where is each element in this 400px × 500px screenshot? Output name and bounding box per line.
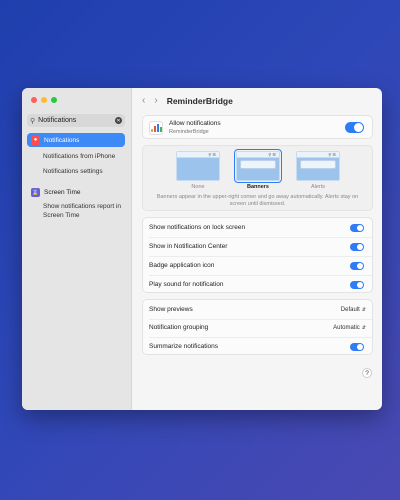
badge-icon-toggle[interactable] <box>350 261 364 270</box>
banner-preview <box>240 160 276 169</box>
row-label: Show in Notification Center <box>149 243 228 250</box>
row-play-sound: Play sound for notification <box>149 275 372 294</box>
row-label: Badge application icon <box>149 262 215 269</box>
summarize-toggle[interactable] <box>350 342 364 351</box>
row-show-previews: Show previews Default ⇵ <box>149 300 372 320</box>
allow-notifications-row: Allow notifications ReminderBridge <box>142 115 373 139</box>
row-grouping: Notification grouping Automatic ⇵ <box>149 318 372 338</box>
sidebar-item-notifications[interactable]: ● Notifications <box>27 133 125 147</box>
chevron-updown-icon: ⇵ <box>361 306 366 313</box>
sidebar-subitem-notifications-settings[interactable]: Notifications settings <box>43 167 103 176</box>
style-preview-alerts: ⚲ ☰ <box>296 151 340 181</box>
app-name-label: ReminderBridge <box>169 129 209 135</box>
notification-toggles-group: Show notifications on lock screen Show i… <box>142 217 373 293</box>
alert-style-picker: ⚲ ☰ None ⚲ ☰ Banners ⚲ ☰ Alerts Banners … <box>142 145 373 211</box>
search-field[interactable]: ⚲ Notifications ✕ <box>27 114 125 127</box>
bell-icon: ● <box>31 135 40 145</box>
hourglass-icon: ⌛ <box>31 187 40 197</box>
clear-search-icon[interactable]: ✕ <box>115 117 122 124</box>
sidebar-subitem-notifications-report[interactable]: Show notifications report in Screen Time <box>43 202 127 220</box>
row-label: Play sound for notification <box>149 281 224 288</box>
chevron-updown-icon: ⇵ <box>361 324 366 331</box>
style-option-alerts[interactable]: ⚲ ☰ Alerts <box>296 151 340 190</box>
help-button[interactable]: ? <box>362 368 372 378</box>
play-sound-toggle[interactable] <box>350 280 364 289</box>
row-label: Show notifications on lock screen <box>149 224 246 231</box>
grouping-select[interactable]: Automatic ⇵ <box>333 325 366 331</box>
minimize-button[interactable] <box>41 97 47 103</box>
style-option-none[interactable]: ⚲ ☰ None <box>176 151 220 190</box>
allow-notifications-toggle[interactable] <box>345 122 364 133</box>
row-notification-center: Show in Notification Center <box>149 237 372 257</box>
lock-screen-toggle[interactable] <box>350 223 364 232</box>
toolbar: ‹ › ReminderBridge <box>142 95 233 106</box>
search-icon: ⚲ <box>30 117 36 125</box>
notification-options-group: Show previews Default ⇵ Notification gro… <box>142 299 373 355</box>
style-label: Banners <box>246 184 269 190</box>
notification-center-toggle[interactable] <box>350 242 364 251</box>
sidebar-item-label: Notifications <box>44 136 80 144</box>
show-previews-select[interactable]: Default ⇵ <box>341 307 366 313</box>
search-input[interactable]: Notifications <box>38 117 115 124</box>
style-preview-banners: ⚲ ☰ <box>234 149 282 183</box>
select-value: Automatic <box>333 324 360 331</box>
row-label: Notification grouping <box>149 324 209 331</box>
sidebar-item-label: Screen Time <box>44 188 81 196</box>
row-summarize: Summarize notifications <box>149 337 372 356</box>
sidebar-item-screen-time[interactable]: ⌛ Screen Time <box>27 185 125 199</box>
window-controls <box>31 97 57 103</box>
sidebar-subitem-notifications-from-iphone[interactable]: Notifications from iPhone <box>43 152 115 161</box>
main-pane: ‹ › ReminderBridge Allow notifications R… <box>132 88 382 410</box>
close-button[interactable] <box>31 97 37 103</box>
zoom-button[interactable] <box>51 97 57 103</box>
style-label: Alerts <box>310 184 326 190</box>
back-arrow-icon[interactable]: ‹ <box>142 95 145 106</box>
row-label: Show previews <box>149 306 193 313</box>
row-badge-icon: Badge application icon <box>149 256 372 276</box>
row-lock-screen: Show notifications on lock screen <box>149 218 372 238</box>
sidebar: ⚲ Notifications ✕ ● Notifications Notifi… <box>22 88 132 410</box>
row-label: Summarize notifications <box>149 343 218 350</box>
forward-arrow-icon[interactable]: › <box>154 95 157 106</box>
select-value: Default <box>340 306 360 313</box>
alert-preview <box>300 160 336 169</box>
settings-window: ⚲ Notifications ✕ ● Notifications Notifi… <box>22 88 382 410</box>
style-option-banners[interactable]: ⚲ ☰ Banners <box>234 149 282 190</box>
alert-style-description: Banners appear in the upper-right corner… <box>156 194 359 207</box>
page-title: ReminderBridge <box>166 95 233 106</box>
style-label: None <box>191 184 205 190</box>
style-preview-none: ⚲ ☰ <box>176 151 220 181</box>
app-icon <box>149 121 163 135</box>
allow-notifications-label: Allow notifications <box>169 120 221 127</box>
